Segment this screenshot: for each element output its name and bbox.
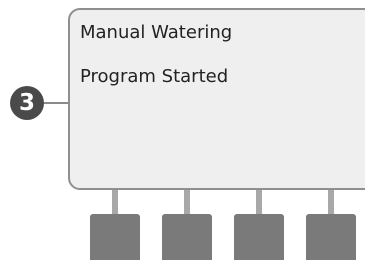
- lcd-line-program-started: Program Started: [80, 66, 229, 87]
- soft-key-4-connector: [328, 190, 334, 214]
- soft-key-3-connector: [256, 190, 262, 214]
- soft-key-2[interactable]: [162, 214, 212, 260]
- lcd-screen: Manual Watering Program Started: [68, 8, 365, 190]
- soft-key-4[interactable]: [306, 214, 356, 260]
- soft-key-3[interactable]: [234, 214, 284, 260]
- soft-key-1[interactable]: [90, 214, 140, 260]
- lcd-line-manual-watering: Manual Watering: [80, 22, 233, 43]
- soft-key-1-connector: [112, 190, 118, 214]
- soft-key-2-connector: [184, 190, 190, 214]
- callout-line: [44, 102, 70, 104]
- callout-badge: 3: [10, 86, 44, 120]
